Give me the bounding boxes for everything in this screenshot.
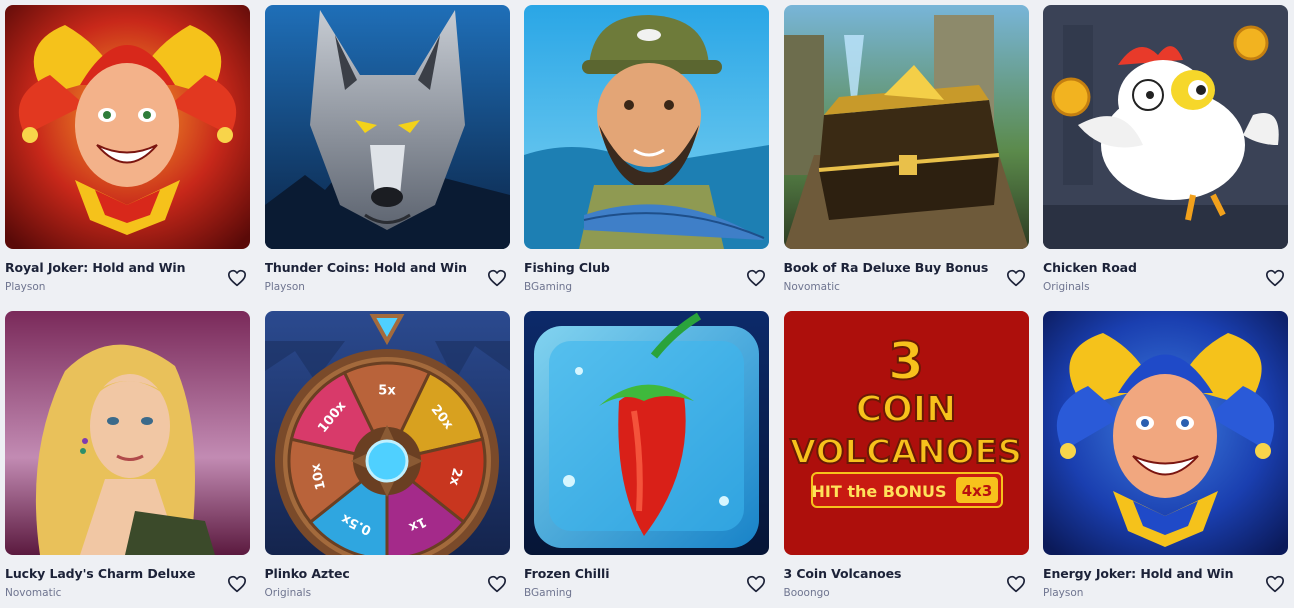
favorite-button[interactable]: [226, 573, 248, 595]
game-title[interactable]: Frozen Chilli: [524, 566, 739, 581]
game-card-thunder-coins[interactable]: Thunder Coins: Hold and Win Playson: [264, 5, 510, 311]
game-provider: Booongo: [783, 587, 830, 599]
game-card-3-coin-volcanoes[interactable]: 3 COIN VOLCANOES HIT the BONUS 4x3 3 Coi…: [783, 311, 1029, 608]
favorite-button[interactable]: [1264, 573, 1286, 595]
logo-badge: 4x3: [961, 482, 992, 500]
wheel-art: 5x20x2x1x0.5x10x100x: [264, 311, 510, 555]
favorite-button[interactable]: [745, 267, 767, 289]
game-meta: 3 Coin Volcanoes Booongo: [784, 555, 1029, 608]
game-title[interactable]: Royal Joker: Hold and Win: [5, 260, 220, 275]
game-thumbnail[interactable]: [1043, 5, 1288, 249]
game-thumbnail[interactable]: [264, 5, 510, 249]
game-provider: Playson: [1043, 587, 1084, 599]
game-card-lucky-lady[interactable]: Lucky Lady's Charm Deluxe Novomatic: [5, 311, 250, 608]
game-thumbnail[interactable]: 3 COIN VOLCANOES HIT the BONUS 4x3: [783, 311, 1029, 555]
favorite-button[interactable]: [745, 573, 767, 595]
game-card-frozen-chilli[interactable]: Frozen Chilli BGaming: [524, 311, 769, 608]
heart-outline-icon: [746, 269, 765, 287]
game-provider: BGaming: [524, 587, 573, 599]
game-thumbnail[interactable]: [783, 5, 1029, 249]
logo-coin: COIN: [855, 389, 956, 430]
game-meta: Energy Joker: Hold and Win Playson: [1043, 555, 1288, 608]
treasure-chest-art: [783, 5, 1029, 249]
lucky-lady-art: [5, 311, 250, 555]
heart-outline-icon: [1266, 269, 1284, 287]
wheel-slice-label: 5x: [378, 384, 396, 399]
favorite-button[interactable]: [226, 267, 248, 289]
game-thumbnail[interactable]: [5, 5, 250, 249]
logo-volcanoes: VOLCANOES: [790, 432, 1022, 471]
heart-outline-icon: [1006, 269, 1025, 287]
game-provider: Novomatic: [5, 587, 62, 599]
chicken-art: [1043, 5, 1288, 249]
heart-outline-icon: [487, 269, 506, 287]
game-card-book-of-ra[interactable]: Book of Ra Deluxe Buy Bonus Novomatic: [783, 5, 1029, 311]
game-card-energy-joker[interactable]: Energy Joker: Hold and Win Playson: [1043, 311, 1288, 608]
game-meta: Royal Joker: Hold and Win Playson: [5, 249, 250, 311]
heart-outline-icon: [228, 269, 246, 287]
fisherman-art: [524, 5, 769, 249]
game-card-royal-joker[interactable]: Royal Joker: Hold and Win Playson: [5, 5, 250, 311]
game-card-plinko-aztec[interactable]: 5x 20x 2x 1x 0.5x 10x 100x Plinko Aztec Origin…: [264, 311, 510, 608]
game-title[interactable]: 3 Coin Volcanoes: [784, 566, 999, 581]
game-thumbnail[interactable]: [5, 311, 250, 555]
heart-outline-icon: [1006, 575, 1025, 593]
game-title[interactable]: Chicken Road: [1043, 260, 1258, 275]
game-thumbnail[interactable]: 5x 20x 2x 1x 0.5x 10x 100x: [264, 311, 510, 555]
favorite-button[interactable]: [1264, 267, 1286, 289]
game-provider: Playson: [5, 281, 46, 293]
game-card-chicken-road[interactable]: Chicken Road Originals: [1043, 5, 1288, 311]
game-meta: Frozen Chilli BGaming: [524, 555, 769, 608]
game-provider: Playson: [264, 281, 305, 293]
game-thumbnail[interactable]: [524, 5, 769, 249]
game-meta: Book of Ra Deluxe Buy Bonus Novomatic: [784, 249, 1029, 311]
game-provider: Originals: [264, 587, 312, 599]
favorite-button[interactable]: [486, 573, 508, 595]
game-meta: Chicken Road Originals: [1043, 249, 1288, 311]
game-meta: Thunder Coins: Hold and Win Playson: [265, 249, 510, 311]
favorite-button[interactable]: [1005, 267, 1027, 289]
heart-outline-icon: [228, 575, 246, 593]
favorite-button[interactable]: [1005, 573, 1027, 595]
coin-volcanoes-art: 3 COIN VOLCANOES HIT the BONUS 4x3: [783, 311, 1029, 555]
game-meta: Lucky Lady's Charm Deluxe Novomatic: [5, 555, 250, 608]
heart-outline-icon: [746, 575, 765, 593]
joker-blue-art: [1043, 311, 1288, 555]
game-thumbnail[interactable]: [1043, 311, 1288, 555]
joker-red-art: [5, 5, 250, 249]
game-title[interactable]: Lucky Lady's Charm Deluxe: [5, 566, 220, 581]
logo-number: 3: [887, 332, 923, 392]
game-title[interactable]: Thunder Coins: Hold and Win: [265, 260, 480, 275]
game-grid: Royal Joker: Hold and Win Playson Thunde…: [5, 5, 1288, 608]
game-title[interactable]: Plinko Aztec: [265, 566, 480, 581]
logo-banner: HIT the BONUS: [811, 482, 946, 501]
wolf-art: [264, 5, 510, 249]
game-card-fishing-club[interactable]: Fishing Club BGaming: [524, 5, 769, 311]
frozen-chilli-art: [524, 311, 769, 555]
game-meta: Fishing Club BGaming: [524, 249, 769, 311]
game-thumbnail[interactable]: [524, 311, 769, 555]
game-title[interactable]: Energy Joker: Hold and Win: [1043, 566, 1258, 581]
game-title[interactable]: Fishing Club: [524, 260, 739, 275]
heart-outline-icon: [487, 575, 506, 593]
game-provider: Novomatic: [783, 281, 840, 293]
heart-outline-icon: [1266, 575, 1284, 593]
game-title[interactable]: Book of Ra Deluxe Buy Bonus: [784, 260, 999, 275]
favorite-button[interactable]: [486, 267, 508, 289]
game-meta: Plinko Aztec Originals: [265, 555, 510, 608]
game-provider: Originals: [1043, 281, 1090, 293]
game-provider: BGaming: [524, 281, 573, 293]
